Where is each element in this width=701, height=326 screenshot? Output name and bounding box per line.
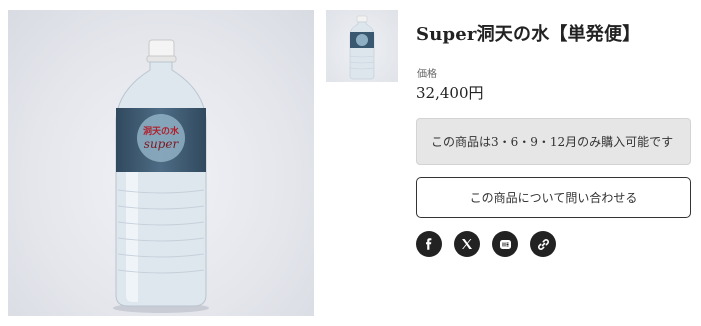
purchase-availability-notice: この商品は3・6・9・12月のみ購入可能です: [416, 118, 691, 165]
share-x-button[interactable]: [454, 231, 480, 257]
price-label: 価格: [417, 69, 437, 80]
price-value: 32,400円: [416, 84, 484, 102]
bottle-label-brand: super: [144, 137, 180, 151]
share-line-button[interactable]: [492, 231, 518, 257]
facebook-icon: [426, 238, 432, 250]
product-thumbnail[interactable]: [326, 10, 398, 82]
product-main-image: 洞天の水 super: [8, 10, 314, 316]
water-bottle-illustration: 洞天の水 super: [113, 39, 209, 313]
link-icon: [537, 238, 549, 250]
bottle-label-kanji: 洞天の水: [143, 125, 180, 137]
copy-link-button[interactable]: [530, 231, 556, 257]
x-icon: [462, 239, 472, 249]
water-bottle-thumbnail-image: [349, 15, 375, 80]
share-facebook-button[interactable]: [416, 231, 442, 257]
contact-about-product-button[interactable]: この商品について問い合わせる: [416, 177, 691, 218]
share-buttons: [416, 231, 556, 257]
product-title: Super洞天の水【単発便】: [416, 24, 641, 45]
line-icon: [499, 239, 511, 249]
